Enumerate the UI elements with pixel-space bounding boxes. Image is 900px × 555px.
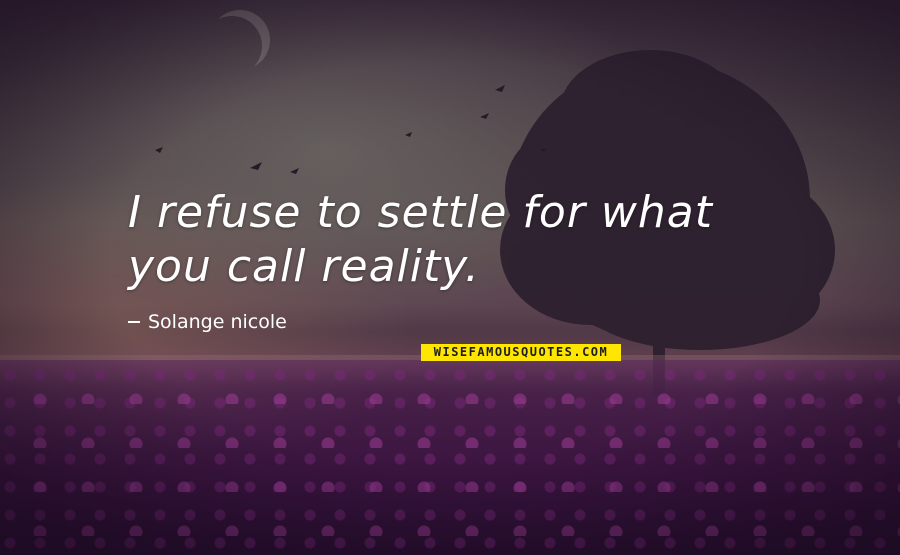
- author-name: Solange nicole: [148, 311, 287, 333]
- dash-icon: [128, 321, 140, 323]
- author-attribution: Solange nicole: [128, 311, 287, 333]
- quote-card: I refuse to settle for what you call rea…: [0, 0, 900, 555]
- quote-line-1: I refuse to settle for what: [128, 187, 713, 238]
- quote-text: I refuse to settle for what you call rea…: [128, 186, 808, 294]
- watermark: WISEFAMOUSQUOTES.COM: [421, 344, 621, 361]
- flower-field: [0, 360, 900, 555]
- quote-line-2: you call reality.: [128, 241, 480, 292]
